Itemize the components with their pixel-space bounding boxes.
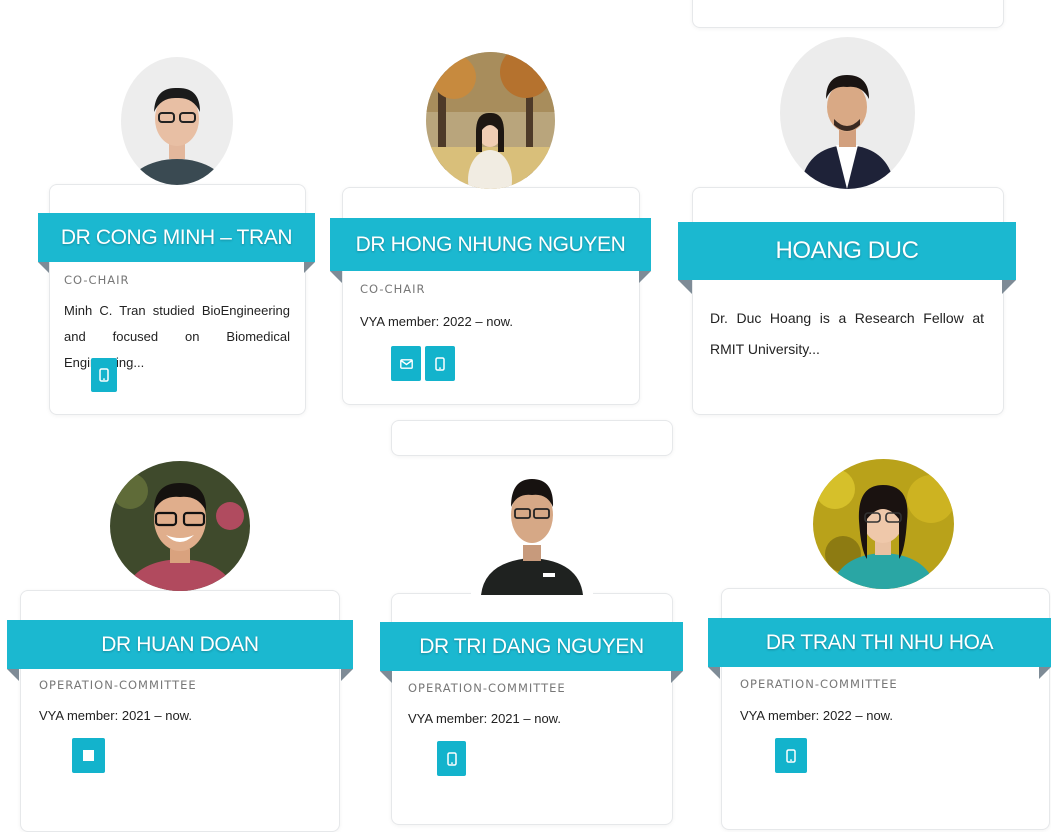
member-name-banner: HOANG DUC bbox=[678, 222, 1016, 280]
phone-button[interactable] bbox=[775, 738, 807, 773]
card-fragment-top bbox=[692, 0, 1004, 28]
member-photo bbox=[813, 459, 954, 589]
ribbon-fold bbox=[1002, 280, 1016, 294]
email-button[interactable] bbox=[391, 346, 421, 381]
member-description: VYA member: 2022 – now. bbox=[360, 314, 513, 329]
ribbon-fold bbox=[380, 671, 392, 683]
member-role: OPERATION-COMMITTEE bbox=[39, 678, 197, 692]
mail-icon bbox=[399, 358, 413, 369]
ribbon-fold bbox=[330, 271, 342, 283]
member-name-banner: DR TRAN THI NHU HOA bbox=[708, 618, 1051, 667]
member-photo bbox=[121, 57, 233, 185]
member-role: OPERATION-COMMITTEE bbox=[740, 677, 898, 691]
phone-button[interactable] bbox=[425, 346, 455, 381]
ribbon-fold bbox=[1039, 667, 1051, 679]
ribbon-fold bbox=[38, 262, 49, 273]
ribbon-fold bbox=[304, 262, 315, 273]
member-name-banner: DR TRI DANG NGUYEN bbox=[380, 622, 683, 671]
member-description: VYA member: 2022 – now. bbox=[740, 708, 893, 723]
ribbon-fold bbox=[639, 271, 651, 283]
ribbon-fold bbox=[7, 669, 19, 681]
phone-icon bbox=[435, 356, 445, 371]
phone-icon bbox=[786, 748, 796, 763]
member-description: Dr. Duc Hoang is a Research Fellow at RM… bbox=[710, 310, 984, 357]
ribbon-fold bbox=[678, 280, 692, 294]
stop-button[interactable] bbox=[72, 738, 105, 773]
phone-icon bbox=[99, 368, 109, 382]
member-photo bbox=[426, 52, 555, 189]
ribbon-fold bbox=[341, 669, 353, 681]
member-role: CO-CHAIR bbox=[360, 282, 426, 296]
member-photo bbox=[110, 461, 250, 591]
phone-icon bbox=[446, 751, 457, 766]
card-fragment-middle bbox=[391, 420, 673, 456]
phone-button[interactable] bbox=[437, 741, 466, 776]
member-photo bbox=[780, 37, 915, 189]
member-photo bbox=[471, 463, 593, 595]
ribbon-fold bbox=[708, 667, 720, 679]
member-description: VYA member: 2021 – now. bbox=[39, 708, 192, 723]
member-name-banner: DR HUAN DOAN bbox=[7, 620, 353, 669]
ribbon-fold bbox=[671, 671, 683, 683]
member-name-banner: DR CONG MINH – TRAN bbox=[38, 213, 315, 262]
member-name-banner: DR HONG NHUNG NGUYEN bbox=[330, 218, 651, 271]
phone-button[interactable] bbox=[91, 358, 117, 392]
member-description: VYA member: 2021 – now. bbox=[408, 711, 561, 726]
member-role: CO-CHAIR bbox=[64, 273, 130, 287]
member-role: OPERATION-COMMITTEE bbox=[408, 681, 566, 695]
stop-icon bbox=[83, 750, 94, 761]
